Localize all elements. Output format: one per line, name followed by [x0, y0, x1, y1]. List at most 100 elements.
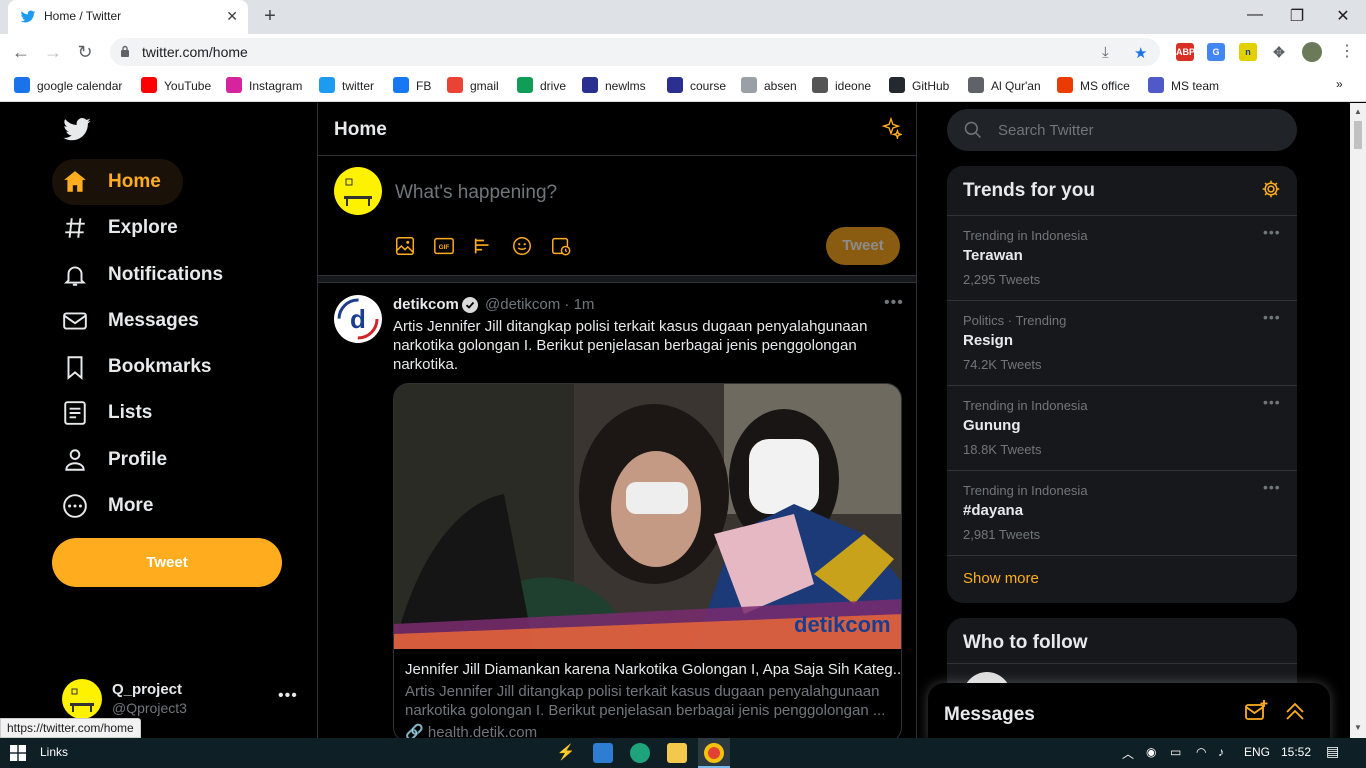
link-card-domain: 🔗 health.detik.com — [405, 723, 537, 738]
tweet[interactable]: d detikcom @detikcom · 1m ••• Artis Jenn… — [318, 284, 916, 738]
gear-icon[interactable] — [1261, 179, 1281, 199]
bookmark-course[interactable]: course — [667, 77, 726, 95]
bookmark-google-calendar[interactable]: google calendar — [14, 77, 122, 95]
mail-app-icon[interactable] — [593, 743, 613, 763]
trend-more-icon[interactable]: ••• — [1263, 479, 1281, 495]
trend-item[interactable]: Trending in Indonesia #dayana 2,981 Twee… — [947, 470, 1297, 555]
search-input[interactable]: Search Twitter — [947, 109, 1297, 151]
extensions-puzzle-icon[interactable]: ✥ — [1270, 43, 1288, 61]
sidebar-item-profile[interactable]: Profile — [52, 437, 189, 483]
bookmark-star-icon[interactable]: ★ — [1134, 44, 1147, 62]
bookmark-ideone[interactable]: ideone — [812, 77, 871, 95]
bookmark-instagram[interactable]: Instagram — [226, 77, 302, 95]
sidebar-item-lists[interactable]: Lists — [52, 390, 174, 436]
trend-item[interactable]: Trending in Indonesia Gunung 18.8K Tweet… — [947, 385, 1297, 470]
messages-drawer[interactable]: Messages — [928, 683, 1330, 738]
trend-item[interactable]: Politics · Trending Resign 74.2K Tweets … — [947, 300, 1297, 385]
sidebar-item-bookmarks[interactable]: Bookmarks — [52, 344, 234, 390]
taskbar-links-toolbar[interactable]: Links — [40, 745, 68, 759]
trend-item[interactable]: Trending in Indonesia Terawan 2,295 Twee… — [947, 215, 1297, 300]
bookmark-twitter[interactable]: twitter — [319, 77, 374, 95]
trend-more-icon[interactable]: ••• — [1263, 309, 1281, 325]
battery-icon[interactable]: ▭ — [1170, 745, 1181, 759]
compose-input[interactable]: What's happening? — [395, 182, 557, 204]
browser-tab[interactable]: Home / Twitter ✕ — [8, 0, 248, 34]
wifi-icon[interactable]: ◠ — [1196, 745, 1206, 759]
file-explorer-icon[interactable] — [667, 743, 687, 763]
new-tab-button[interactable]: + — [258, 4, 282, 28]
tweet-avatar[interactable]: d — [334, 295, 382, 343]
volume-icon[interactable]: ♪ — [1218, 745, 1224, 759]
chrome-menu-icon[interactable]: ⋮ — [1336, 41, 1358, 63]
install-icon[interactable]: ⤓ — [1102, 44, 1109, 61]
reload-button[interactable]: ↻ — [74, 41, 96, 63]
tweet-handle[interactable]: @detikcom — [485, 296, 560, 313]
scroll-down-arrow-icon[interactable]: ▼ — [1354, 723, 1362, 732]
bookmark-newlms[interactable]: newlms — [582, 77, 646, 95]
twitter-logo-icon[interactable] — [62, 115, 92, 145]
adblock-icon[interactable]: ABP — [1176, 43, 1195, 61]
language-indicator[interactable]: ENG — [1244, 745, 1270, 759]
sidebar-item-explore[interactable]: Explore — [52, 205, 200, 251]
bookmark-github[interactable]: GitHub — [889, 77, 949, 95]
tweet-author-name[interactable]: detikcom — [393, 296, 459, 313]
news-photo — [394, 384, 901, 649]
detik-logo-icon: d — [336, 297, 380, 341]
gif-icon[interactable]: GIF — [433, 235, 455, 257]
profile-avatar[interactable] — [1302, 42, 1322, 62]
trend-more-icon[interactable]: ••• — [1263, 224, 1281, 240]
page-scrollbar[interactable]: ▲ ▼ — [1350, 103, 1366, 738]
extension-n-icon[interactable]: n — [1239, 43, 1257, 61]
sidebar-item-notifications[interactable]: Notifications — [52, 252, 245, 298]
show-more-link[interactable]: Show more — [963, 570, 1039, 587]
bookmark-al-qur-an[interactable]: Al Qur'an — [968, 77, 1041, 95]
sticky-app-icon[interactable]: ⚡ — [556, 743, 576, 763]
compose-avatar[interactable] — [334, 167, 382, 215]
minimize-button[interactable]: — — [1232, 6, 1278, 24]
sparkle-icon[interactable] — [880, 117, 902, 139]
link-card[interactable]: detikcom Jennifer Jill Diamankan karena … — [393, 383, 902, 738]
bookmark-ms-office[interactable]: MS office — [1057, 77, 1130, 95]
emoji-icon[interactable] — [511, 235, 533, 257]
bookmarks-overflow-icon[interactable]: » — [1336, 77, 1343, 95]
tab-close-icon[interactable]: ✕ — [226, 8, 238, 25]
close-window-button[interactable]: ✕ — [1320, 6, 1366, 26]
account-switcher[interactable]: Q_project @Qproject3 ••• — [62, 675, 302, 723]
trend-count: 2,981 Tweets — [963, 527, 1041, 542]
address-bar[interactable]: twitter.com/home ⤓ ★ — [110, 38, 1160, 66]
sidebar-item-messages[interactable]: Messages — [52, 298, 221, 344]
new-message-icon[interactable] — [1244, 699, 1268, 723]
forward-button[interactable]: → — [42, 41, 64, 63]
poll-icon[interactable] — [472, 235, 494, 257]
tray-overflow-icon[interactable]: ︿ — [1122, 745, 1134, 762]
scrollbar-thumb[interactable] — [1354, 121, 1362, 149]
chrome-browser-icon[interactable] — [704, 743, 724, 763]
notification-center-icon[interactable]: ▤ — [1326, 743, 1339, 760]
schedule-icon[interactable] — [550, 235, 572, 257]
clock[interactable]: 15:52 — [1281, 745, 1311, 759]
tweet-more-icon[interactable]: ••• — [884, 294, 904, 312]
restore-button[interactable]: ❐ — [1274, 6, 1320, 26]
windows-start-icon[interactable] — [10, 745, 26, 761]
tray-network-globe-icon[interactable]: ◉ — [1146, 745, 1156, 759]
edge-browser-icon[interactable] — [630, 743, 650, 763]
back-button[interactable]: ← — [10, 41, 32, 63]
compose-tweet-button[interactable]: Tweet — [826, 227, 900, 265]
translate-icon[interactable]: G — [1207, 43, 1225, 61]
bookmark-gmail[interactable]: gmail — [447, 77, 499, 95]
bookmark-fb[interactable]: FB — [393, 77, 431, 95]
sidebar-item-more[interactable]: More — [52, 483, 175, 529]
bookmark-absen[interactable]: absen — [741, 77, 797, 95]
account-more-icon[interactable]: ••• — [278, 687, 298, 705]
scroll-up-arrow-icon[interactable]: ▲ — [1354, 107, 1362, 116]
sidebar-tweet-button[interactable]: Tweet — [52, 538, 282, 587]
bookmark-drive[interactable]: drive — [517, 77, 566, 95]
chevron-up-double-icon[interactable] — [1283, 699, 1307, 723]
sidebar-item-home[interactable]: Home — [52, 159, 183, 205]
bookmark-youtube[interactable]: YouTube — [141, 77, 211, 95]
verified-badge-icon — [462, 297, 478, 313]
tweet-time[interactable]: 1m — [574, 296, 595, 313]
trend-more-icon[interactable]: ••• — [1263, 394, 1281, 410]
bookmark-ms-team[interactable]: MS team — [1148, 77, 1219, 95]
image-icon[interactable] — [394, 235, 416, 257]
